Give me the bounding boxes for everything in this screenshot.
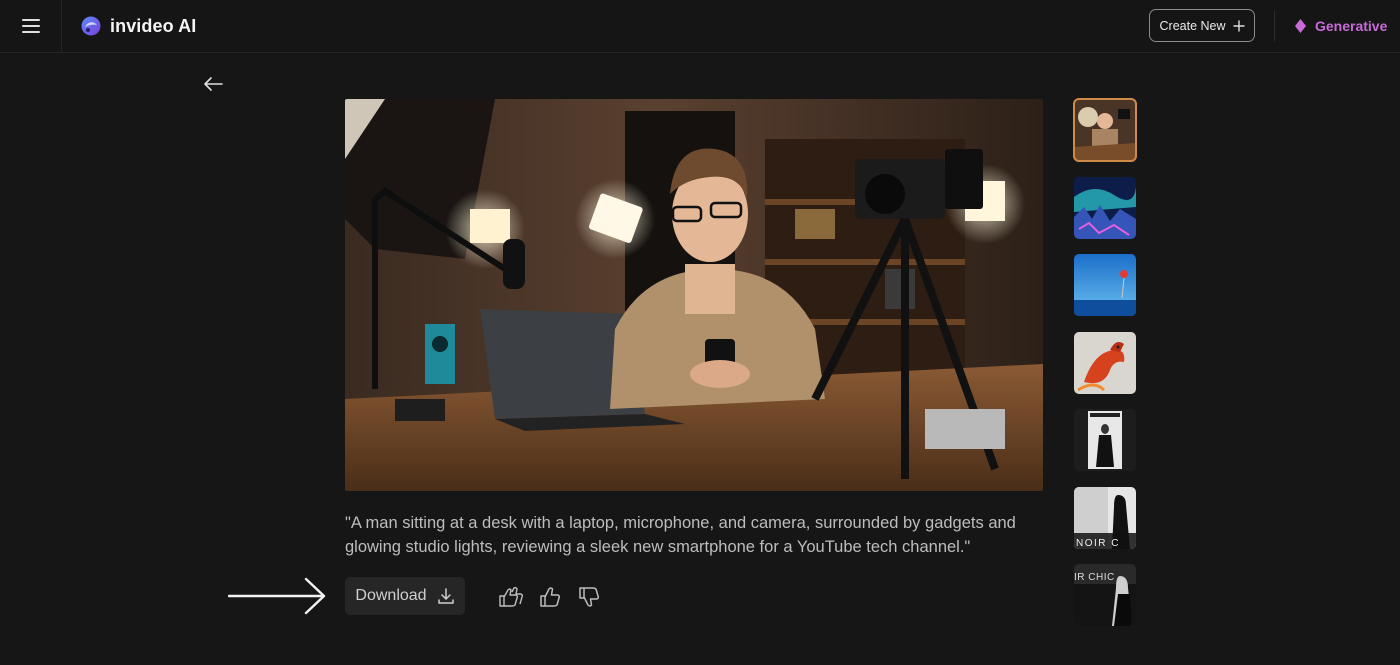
thumbnail-7-label: IR CHIC xyxy=(1074,572,1115,583)
diamond-icon xyxy=(1295,19,1306,33)
menu-button[interactable] xyxy=(0,0,62,52)
thumbnail-6[interactable]: NOIR C xyxy=(1074,487,1136,549)
brand-logo[interactable]: invideo AI xyxy=(80,14,196,38)
thumbs-down-icon xyxy=(579,587,600,607)
create-new-button[interactable]: Create New xyxy=(1149,9,1255,42)
download-icon xyxy=(437,588,454,604)
thumbnail-6-label: NOIR C xyxy=(1076,538,1120,549)
create-new-label: Create New xyxy=(1159,18,1226,33)
thumbnail-1[interactable] xyxy=(1073,98,1137,162)
top-bar: invideo AI Create New Generative xyxy=(0,0,1400,53)
thumbnail-2[interactable] xyxy=(1074,177,1136,239)
download-label: Download xyxy=(355,587,427,604)
arrow-left-icon xyxy=(204,77,223,91)
hamburger-icon xyxy=(21,19,40,33)
generated-image[interactable] xyxy=(345,99,1043,491)
download-button[interactable]: Download xyxy=(345,577,465,615)
double-thumbs-up-icon xyxy=(499,586,524,607)
back-button[interactable] xyxy=(200,71,226,97)
brand-name: invideo AI xyxy=(110,15,197,36)
image-caption: "A man sitting at a desk with a laptop, … xyxy=(345,514,1016,556)
thumbnail-7[interactable]: IR CHIC xyxy=(1074,564,1136,626)
invideo-logo-icon xyxy=(81,16,101,36)
generative-label: Generative xyxy=(1315,18,1388,34)
thumbnail-3[interactable] xyxy=(1074,254,1136,316)
arrow-right-icon xyxy=(228,577,326,615)
plus-icon xyxy=(1232,19,1245,32)
dislike-button[interactable] xyxy=(575,583,603,611)
like-button[interactable] xyxy=(536,583,564,611)
thumbs-up-icon xyxy=(540,587,561,607)
thumbnail-5[interactable] xyxy=(1074,409,1136,471)
generative-link[interactable]: Generative xyxy=(1294,15,1387,37)
thumbnail-4[interactable] xyxy=(1074,332,1136,394)
header-divider xyxy=(1274,11,1275,41)
love-button[interactable] xyxy=(497,583,525,611)
